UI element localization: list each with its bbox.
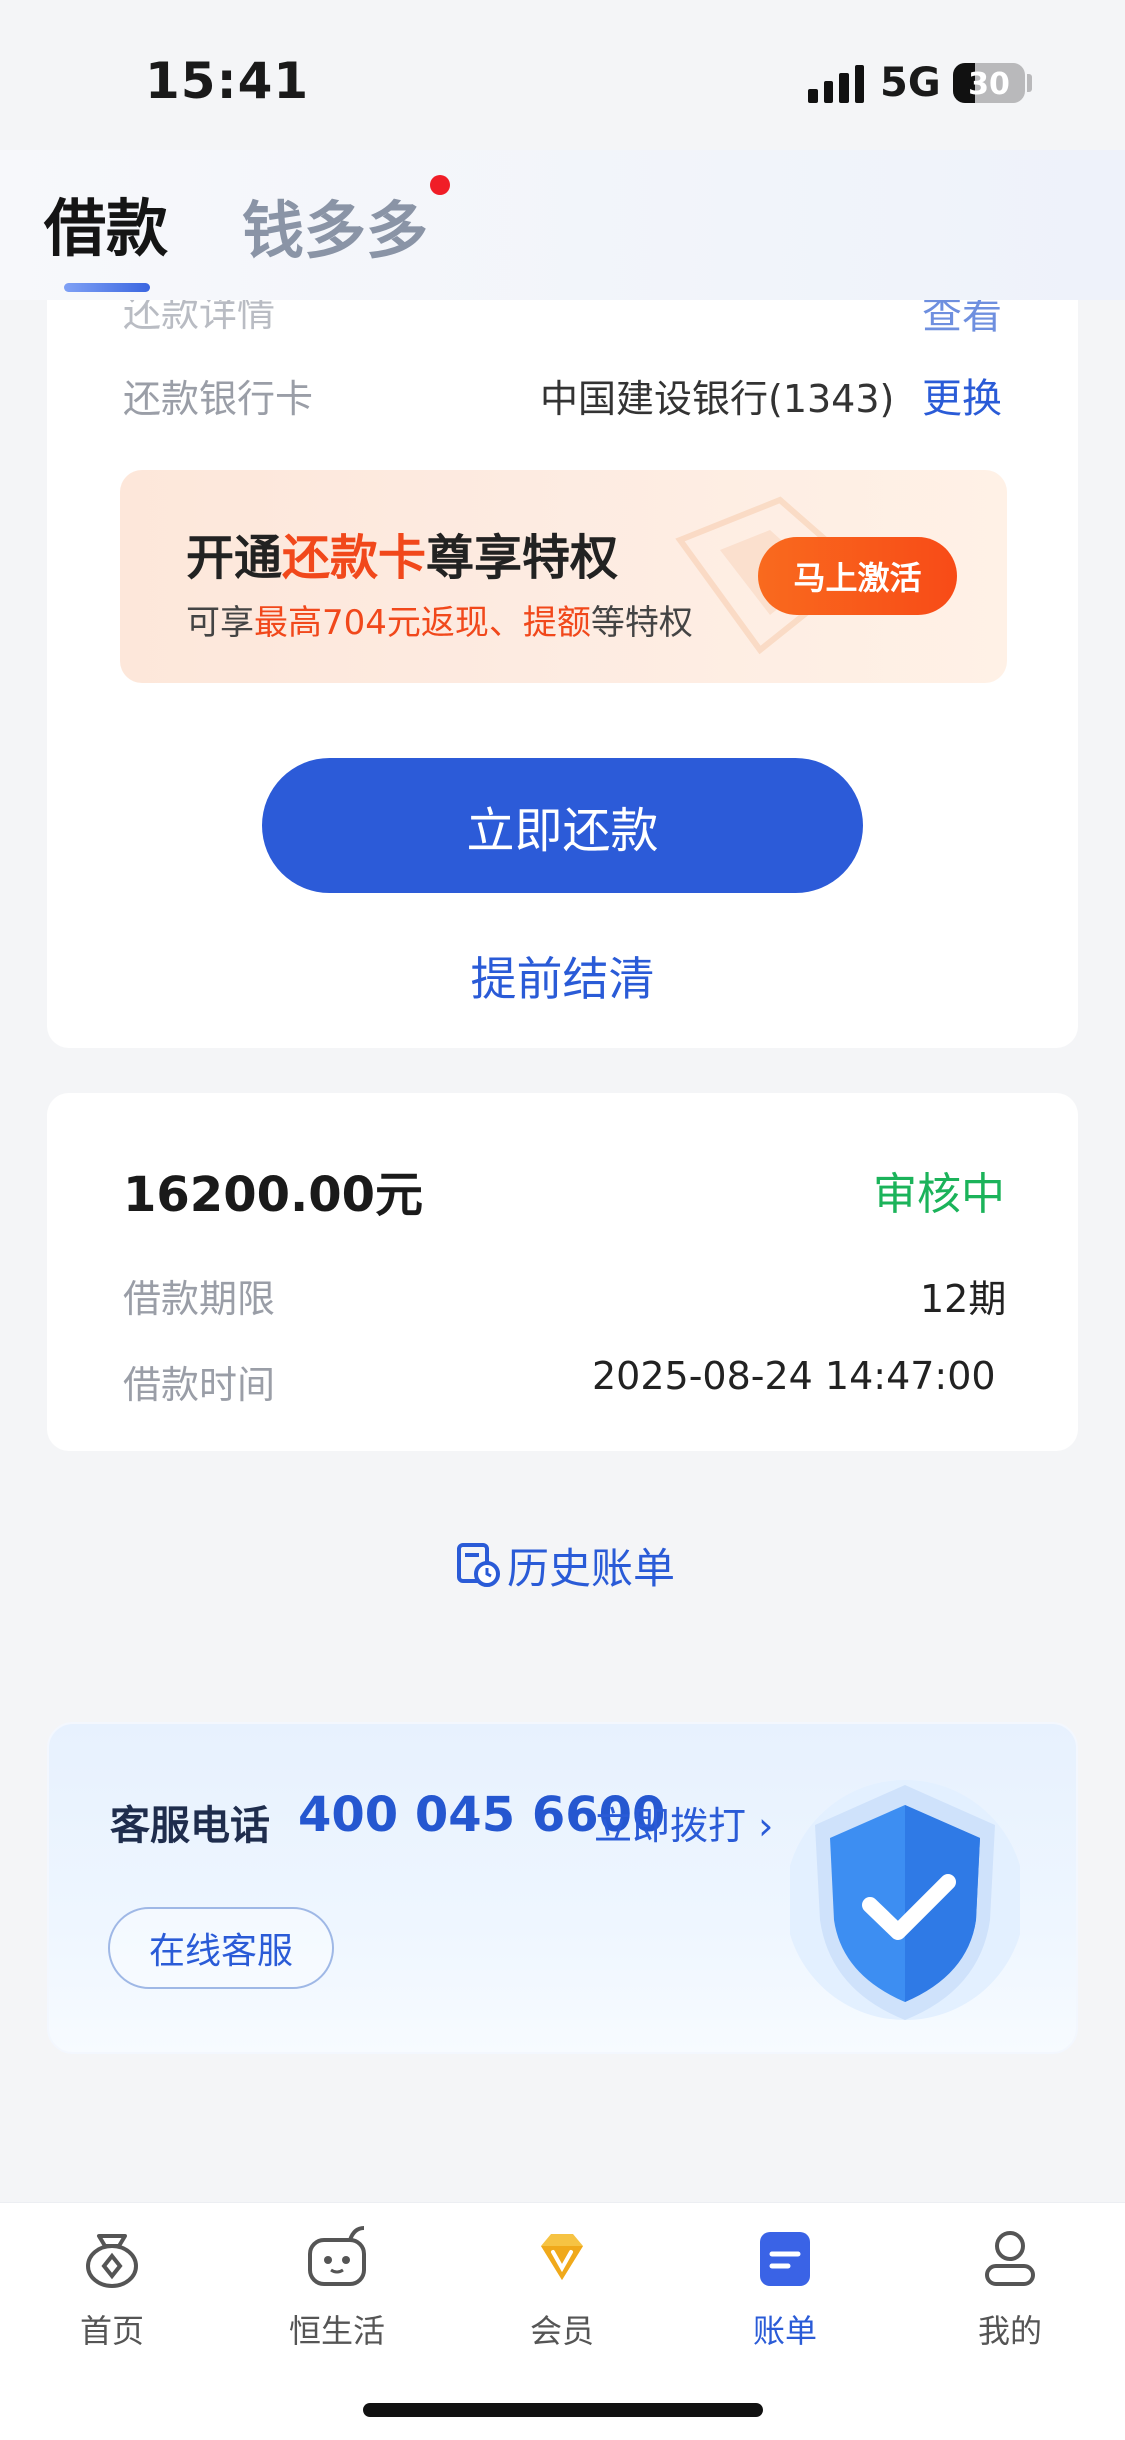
service-phone-label: 客服电话 — [110, 1803, 270, 1849]
nav-label-bill: 账单 — [752, 2312, 817, 2350]
signal-strength-icon — [808, 65, 864, 103]
battery-tip — [1027, 74, 1032, 92]
header-tabs — [0, 150, 1125, 300]
tab-loan[interactable]: 借款 — [44, 178, 168, 268]
nav-label-home: 首页 — [79, 2312, 144, 2350]
change-card-link[interactable]: 更换 — [922, 366, 1002, 424]
promo-sub-highlight-cashback: 最高704元返现、 — [254, 603, 523, 643]
nav-item-mine[interactable]: 我的 — [935, 2222, 1085, 2352]
promo-sub-pre: 可享 — [186, 603, 254, 643]
promo-sub-post: 等特权 — [590, 603, 693, 643]
activate-now-button[interactable]: 马上激活 — [758, 537, 957, 615]
history-bills-link[interactable]: 历史账单 — [455, 1540, 675, 1593]
active-tab-indicator — [64, 283, 150, 292]
promo-title-highlight: 还款卡 — [282, 530, 427, 586]
profile-icon — [985, 2231, 1035, 2286]
network-type: 5G — [880, 60, 941, 106]
loan-time-label: 借款时间 — [123, 1363, 276, 1407]
nav-label-life: 恒生活 — [288, 2312, 385, 2350]
nav-item-home[interactable]: 首页 — [37, 2222, 187, 2352]
promo-title-post: 尊享特权 — [426, 530, 619, 586]
shield-check-icon — [790, 1780, 1020, 2020]
loan-term-label: 借款期限 — [123, 1277, 276, 1321]
bank-card-label: 还款银行卡 — [123, 377, 314, 421]
home-indicator — [363, 2403, 763, 2417]
nav-item-bill[interactable]: 账单 — [710, 2222, 860, 2352]
loan-status-badge: 审核中 — [873, 1169, 1005, 1220]
loan-amount: 16200.00元 — [123, 1167, 424, 1223]
life-face-icon — [308, 2226, 366, 2286]
nav-item-life[interactable]: 恒生活 — [262, 2222, 412, 2352]
promo-title: 开通还款卡尊享特权 — [186, 518, 618, 588]
home-money-bag-icon — [86, 2234, 138, 2288]
history-bills-label: 历史账单 — [507, 1543, 676, 1593]
repay-now-button[interactable]: 立即还款 — [262, 758, 863, 893]
bill-icon — [760, 2232, 810, 2286]
bank-card-value: 中国建设银行(1343) — [540, 377, 895, 421]
loan-time-value: 2025-08-24 14:47:00 — [592, 1354, 996, 1398]
nav-label-member: 会员 — [529, 2312, 594, 2350]
member-diamond-icon — [541, 2234, 583, 2280]
promo-subtitle: 可享最高704元返现、提额等特权 — [186, 595, 693, 644]
history-bill-icon — [457, 1543, 500, 1587]
loan-term-value: 12期 — [920, 1277, 1007, 1321]
status-time: 15:41 — [145, 52, 310, 110]
nav-item-member[interactable]: 会员 — [487, 2222, 637, 2352]
notification-dot — [430, 175, 450, 195]
tab-qianduoduo[interactable]: 钱多多 — [242, 180, 428, 270]
call-now-link[interactable]: 立即拨打 › — [594, 1795, 773, 1850]
battery-icon: 30 — [953, 63, 1025, 103]
promo-title-pre: 开通 — [186, 530, 283, 586]
battery-level: 30 — [968, 67, 1010, 102]
nav-label-mine: 我的 — [977, 2312, 1042, 2350]
promo-sub-highlight-limit: 提额 — [522, 603, 591, 643]
early-settlement-link[interactable]: 提前结清 — [0, 943, 1125, 1009]
online-service-button[interactable]: 在线客服 — [108, 1907, 334, 1989]
